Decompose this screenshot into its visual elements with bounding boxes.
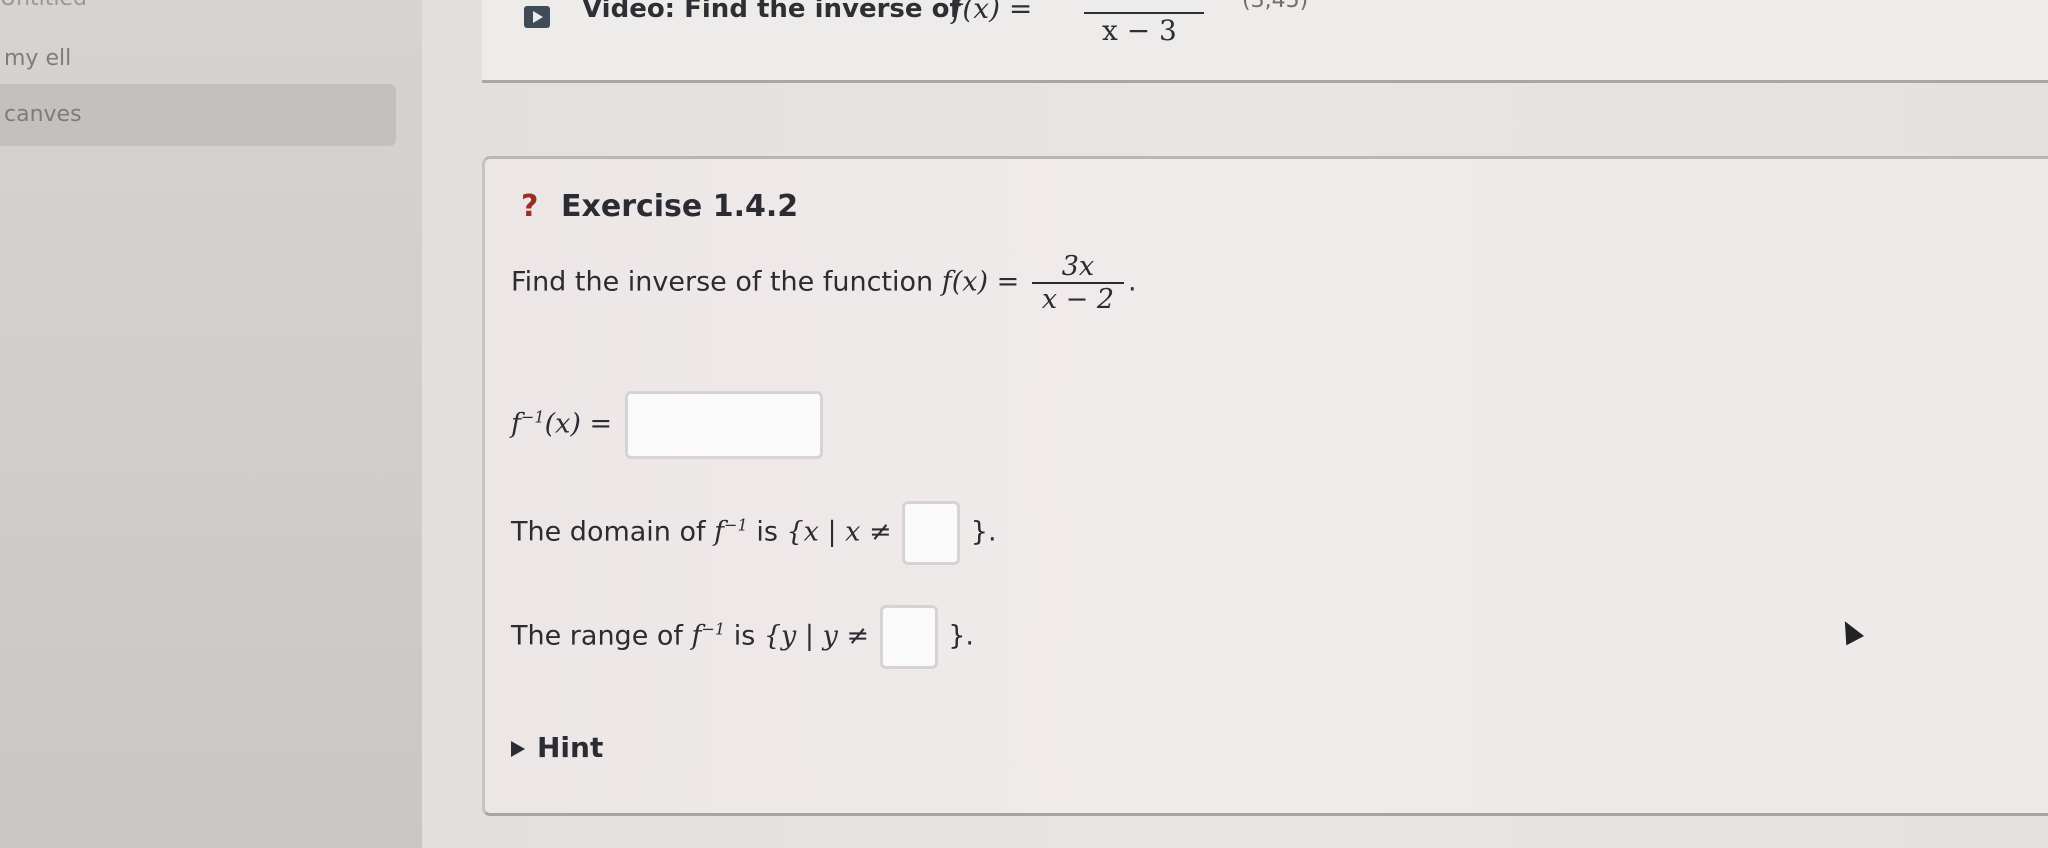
prompt-text: Find the inverse of the function — [511, 266, 934, 298]
hint-label: Hint — [537, 731, 604, 764]
range-set-close: }. — [948, 620, 974, 652]
range-row: The range of f−1 is {y | y ≠ }. — [511, 605, 974, 669]
range-prefix: The range of — [511, 620, 683, 652]
range-inverse-symbol: f — [691, 620, 702, 652]
video-func-lhs: f(x) = — [952, 0, 1033, 25]
domain-set-open: {x | x ≠ — [786, 516, 892, 548]
fraction-denominator: x − 2 — [1041, 284, 1115, 315]
domain-inverse-symbol: f — [714, 516, 725, 548]
inverse-symbol: f — [511, 408, 521, 440]
expand-triangle-icon — [511, 741, 525, 757]
video-trailing-text: (3,45) — [1242, 0, 1309, 13]
hint-toggle[interactable]: Hint — [511, 731, 603, 764]
inverse-argument: (x) = — [544, 408, 613, 440]
range-answer-input[interactable] — [879, 605, 938, 669]
range-is-word: is — [733, 620, 756, 652]
exercise-card: ? Exercise 1.4.2 Find the inverse of the… — [482, 156, 2048, 816]
domain-row: The domain of f−1 is {x | x ≠ }. — [511, 501, 997, 565]
domain-inverse-superscript: −1 — [724, 515, 748, 535]
problem-statement: Find the inverse of the function f(x) = … — [511, 251, 1137, 315]
function-fraction: 3x x − 2 — [1031, 251, 1125, 315]
sidebar-item-my-ell[interactable]: my ell — [0, 46, 75, 71]
sidebar-faded-item: Untitled — [0, 0, 87, 11]
video-bar[interactable]: Video: Find the inverse of f(x) = x − 3 … — [482, 0, 2048, 83]
exercise-title: Exercise 1.4.2 — [561, 189, 799, 224]
sidebar-item-canves[interactable]: canves — [0, 84, 396, 146]
video-title: Video: Find the inverse of — [582, 0, 961, 24]
range-set-open: {y | y ≠ — [763, 620, 870, 652]
question-mark-icon: ? — [521, 189, 539, 224]
domain-is-word: is — [756, 516, 778, 548]
function-lhs: f(x) = — [941, 266, 1020, 298]
range-inverse-superscript: −1 — [701, 619, 726, 639]
sidebar: Untitled my ell canves — [0, 0, 422, 848]
video-icon — [524, 6, 550, 28]
inverse-answer-input[interactable] — [624, 391, 823, 459]
domain-answer-input[interactable] — [902, 501, 961, 565]
fraction-numerator: 3x — [1031, 251, 1125, 284]
domain-set-close: }. — [970, 516, 997, 548]
domain-prefix: The domain of — [511, 516, 706, 548]
inverse-superscript: −1 — [521, 407, 545, 427]
video-denominator: x − 3 — [1102, 14, 1177, 47]
inverse-answer-row: f−1(x) = — [511, 391, 823, 459]
